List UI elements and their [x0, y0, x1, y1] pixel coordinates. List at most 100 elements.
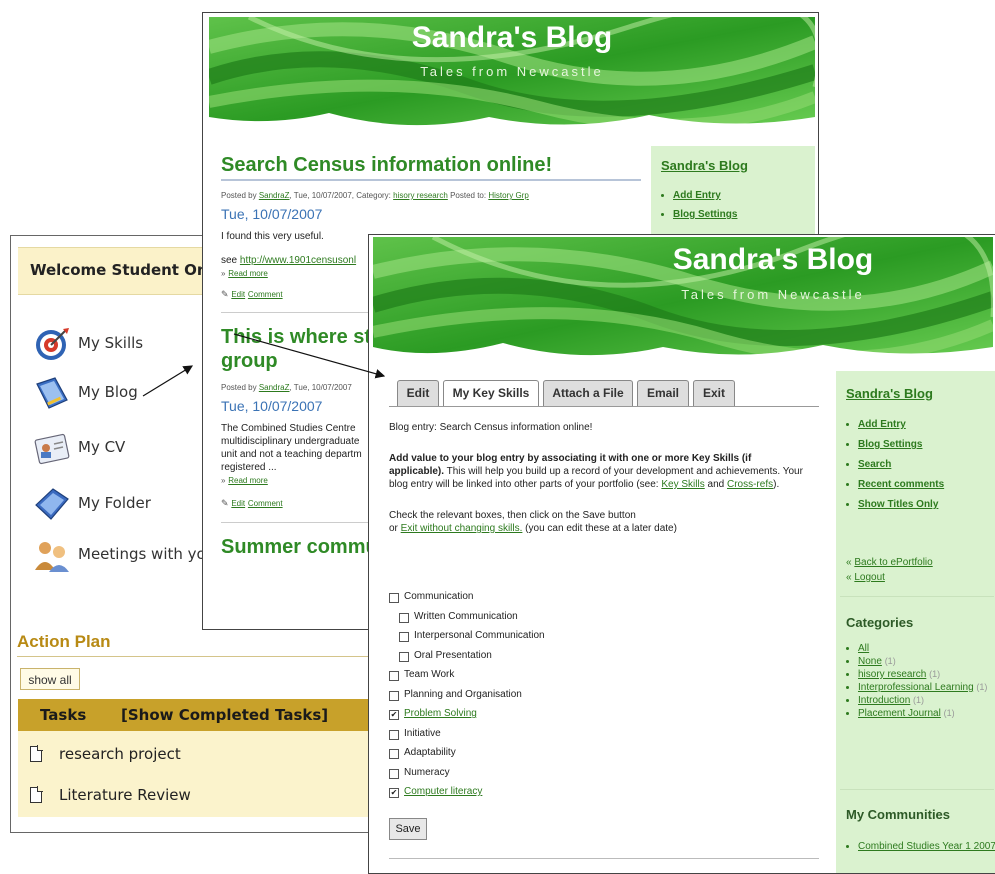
sidebar-title[interactable]: Sandra's Blog: [846, 386, 933, 401]
intro-text: and: [704, 479, 727, 490]
logout-link[interactable]: « Logout: [846, 570, 933, 585]
skill-label: Numeracy: [404, 766, 450, 778]
category-item[interactable]: Introduction (1): [858, 694, 995, 707]
back-to-eportfolio-link[interactable]: « Back to ePortfolio: [846, 555, 933, 570]
sidebar-item-add-entry[interactable]: Add Entry: [673, 190, 737, 201]
post-title[interactable]: Search Census information online!: [221, 153, 641, 177]
sidebar-item-add-entry[interactable]: Add Entry: [858, 419, 944, 430]
nav-label: Meetings with yo: [78, 545, 206, 563]
blog-banner: Sandra's Blog Tales from Newcastle: [209, 17, 815, 132]
checkbox[interactable]: [389, 768, 399, 779]
edit-link[interactable]: Edit: [231, 499, 245, 508]
category-label: None: [858, 656, 882, 667]
checkbox[interactable]: [389, 729, 399, 740]
task-row[interactable]: Literature Review: [30, 785, 410, 811]
category-label: Introduction: [858, 695, 911, 706]
checkbox-checked[interactable]: ✔: [389, 710, 399, 720]
communities-heading: My Communities: [846, 807, 951, 822]
task-label: Literature Review: [59, 786, 191, 804]
blog-tagline: Tales from Newcastle: [420, 64, 604, 79]
double-chevron-left-icon: «: [846, 557, 852, 568]
task-list: research project Literature Review: [18, 731, 419, 817]
double-chevron-left-icon: «: [846, 572, 852, 583]
folder-icon: [33, 485, 71, 523]
checkbox[interactable]: [399, 612, 409, 623]
tab-my-key-skills[interactable]: My Key Skills: [443, 380, 539, 407]
comment-link[interactable]: Comment: [248, 290, 283, 299]
show-completed-tasks-link[interactable]: [Show Completed Tasks]: [121, 706, 328, 724]
external-link[interactable]: http://www.1901censusonl: [240, 255, 356, 266]
sidebar-item-show-titles-only[interactable]: Show Titles Only: [858, 499, 944, 510]
skill-label: Oral Presentation: [414, 649, 492, 661]
target-icon: [33, 325, 71, 363]
task-row[interactable]: research project: [30, 744, 410, 770]
category-item[interactable]: Placement Journal (1): [858, 707, 995, 720]
category-item[interactable]: All: [858, 643, 995, 655]
divider: [221, 179, 641, 181]
tasks-label: Tasks: [40, 706, 87, 724]
show-all-button[interactable]: show all: [20, 668, 80, 690]
pencil-icon: ✎: [221, 289, 229, 299]
read-more-link[interactable]: Read more: [228, 269, 268, 278]
tab-email[interactable]: Email: [637, 380, 689, 406]
category-item[interactable]: Interprofessional Learning (1): [858, 681, 995, 694]
read-more-link[interactable]: Read more: [228, 476, 268, 485]
save-button[interactable]: Save: [389, 818, 427, 840]
edit-link[interactable]: Edit: [231, 290, 245, 299]
checkbox[interactable]: [399, 632, 409, 642]
link-label: Logout: [854, 572, 885, 583]
checkbox[interactable]: [389, 749, 399, 759]
sidebar-item-blog-settings[interactable]: Blog Settings: [858, 439, 944, 450]
key-skills-link[interactable]: Key Skills: [661, 479, 704, 490]
sidebar-item-recent-comments[interactable]: Recent comments: [858, 479, 944, 490]
tab-edit[interactable]: Edit: [397, 380, 439, 406]
meta-text: Posted by: [221, 383, 257, 392]
checkbox-checked[interactable]: ✔: [389, 788, 399, 798]
welcome-text: Welcome Student One: [30, 261, 218, 279]
back-links: « Back to ePortfolio « Logout: [846, 555, 933, 585]
category-item[interactable]: hisory research (1): [858, 668, 995, 681]
intro-paragraph: Add value to your blog entry by associat…: [389, 452, 809, 491]
nav-label: My Folder: [78, 494, 151, 512]
comment-link[interactable]: Comment: [248, 499, 283, 508]
checkbox[interactable]: [389, 671, 399, 681]
author-link[interactable]: SandraZ: [259, 383, 290, 392]
key-skills-intro: Blog entry: Search Census information on…: [389, 421, 809, 546]
blog-banner: Sandra's Blog Tales from Newcastle: [373, 237, 993, 365]
skill-label: Communication: [404, 591, 474, 602]
cross-refs-link[interactable]: Cross-refs: [727, 479, 773, 490]
checkbox[interactable]: [389, 593, 399, 603]
tab-exit[interactable]: Exit: [693, 380, 735, 406]
author-link[interactable]: SandraZ: [259, 191, 290, 200]
checkbox[interactable]: [399, 651, 409, 662]
group-link[interactable]: History Grp: [488, 191, 528, 200]
category-list: All None (1) hisory research (1) Interpr…: [846, 643, 995, 720]
tasks-header: Tasks [Show Completed Tasks]: [18, 699, 419, 731]
sidebar-title[interactable]: Sandra's Blog: [661, 158, 748, 173]
divider: [840, 596, 994, 597]
post-meta: Posted by SandraZ, Tue, 10/07/2007, Cate…: [221, 191, 641, 200]
sidebar-menu: Add Entry Blog Settings Search Recent co…: [846, 419, 944, 519]
blog-title: Sandra's Blog: [411, 21, 613, 54]
category-count: (1): [929, 669, 941, 679]
tab-attach-file[interactable]: Attach a File: [543, 380, 633, 406]
category-count: (1): [943, 708, 955, 718]
document-icon: [30, 745, 43, 762]
category-item[interactable]: None (1): [858, 655, 995, 668]
community-item[interactable]: Combined Studies Year 1 2007/8: [858, 841, 995, 853]
action-plan-title: Action Plan: [17, 632, 111, 651]
book-icon: [33, 374, 71, 412]
meta-text: , Tue, 10/07/2007, Category:: [289, 191, 391, 200]
category-count: (1): [913, 695, 925, 705]
meta-text: , Tue, 10/07/2007: [289, 383, 352, 392]
category-link[interactable]: hisory research: [393, 191, 448, 200]
blog-tagline: Tales from Newcastle: [681, 287, 865, 302]
skill-label[interactable]: Problem Solving: [404, 708, 477, 719]
exit-without-changing-link[interactable]: Exit without changing skills.: [401, 523, 523, 534]
category-label: All: [858, 643, 870, 654]
sidebar-item-blog-settings[interactable]: Blog Settings: [673, 209, 737, 220]
skill-label[interactable]: Computer literacy: [404, 786, 482, 797]
sidebar-item-search[interactable]: Search: [858, 459, 944, 470]
skill-label: Interpersonal Communication: [414, 630, 545, 641]
checkbox[interactable]: [389, 690, 399, 701]
